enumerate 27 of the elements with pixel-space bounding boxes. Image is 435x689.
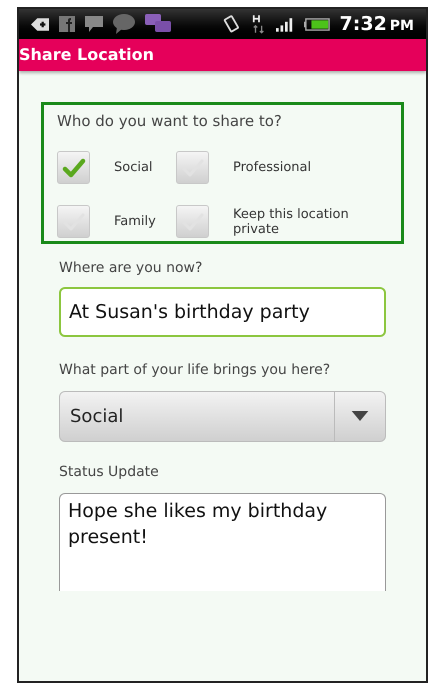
chat-bubble-icon xyxy=(113,14,135,34)
checkbox[interactable] xyxy=(57,151,90,184)
status-update-label: Status Update xyxy=(59,462,160,482)
group-question: Who do you want to share to? xyxy=(57,111,283,132)
title-text: Share Location xyxy=(19,44,154,66)
chat-bubbles-icon xyxy=(145,14,173,34)
signal-icon xyxy=(276,16,294,32)
checkbox-label[interactable]: Family xyxy=(114,214,156,229)
message-icon xyxy=(85,16,103,32)
checkbox-label[interactable]: Keep this location private xyxy=(233,206,388,236)
checkbox[interactable] xyxy=(57,205,90,238)
checkbox-label[interactable]: Social xyxy=(114,160,153,175)
life-part-label: What part of your life brings you here? xyxy=(59,360,332,380)
battery-icon xyxy=(304,18,330,30)
social-app-icon xyxy=(59,16,75,32)
checkbox[interactable] xyxy=(176,205,209,238)
vibrate-icon xyxy=(222,14,242,34)
back-arrow-icon xyxy=(31,16,49,32)
checkbox[interactable] xyxy=(176,151,209,184)
data-transfer-icon xyxy=(252,14,266,34)
status-update-field[interactable]: Hope she likes my birthday present! xyxy=(59,492,386,590)
checkbox-label[interactable]: Professional xyxy=(233,160,312,175)
location-label: Where are you now? xyxy=(59,258,204,278)
life-part-dropdown[interactable]: Social xyxy=(59,390,386,442)
location-field[interactable]: At Susan's birthday party xyxy=(59,286,386,336)
dropdown-caret-icon xyxy=(351,411,369,421)
clock: 7:32 PM xyxy=(340,12,414,37)
